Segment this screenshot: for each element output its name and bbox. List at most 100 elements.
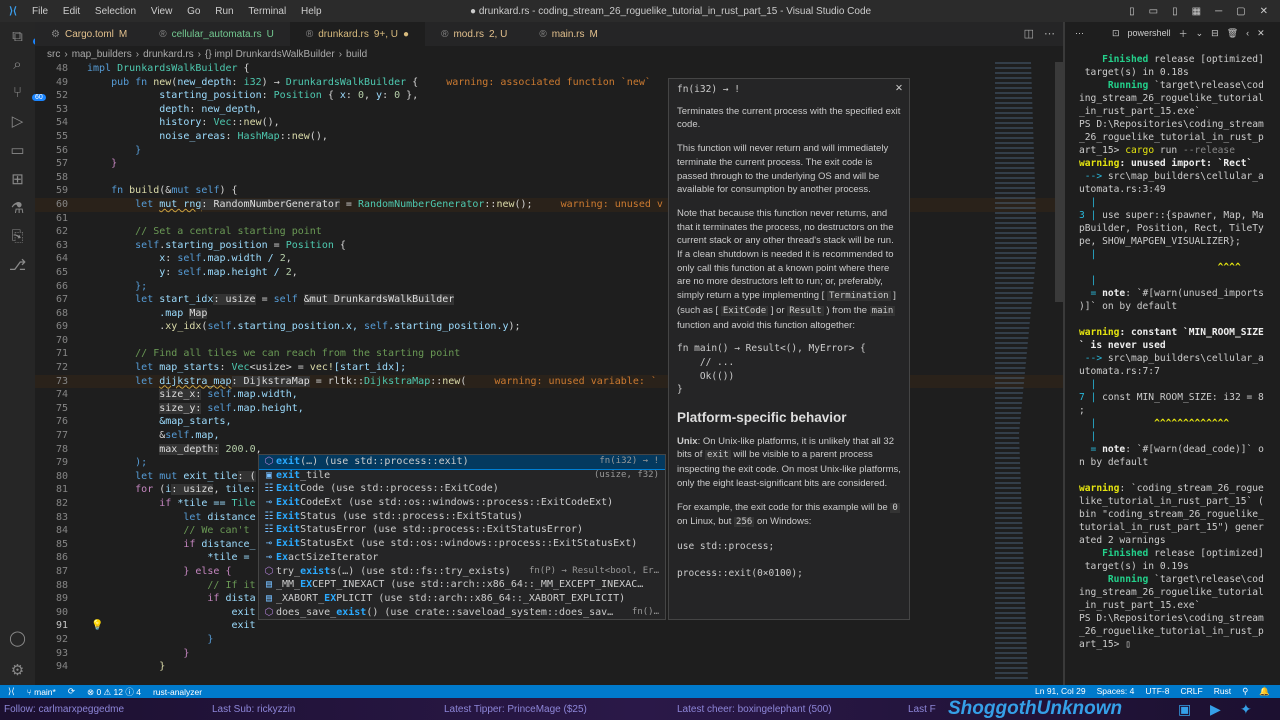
more-actions-icon[interactable]: ⋯ — [1044, 27, 1055, 40]
code-token: :: — [231, 117, 244, 129]
trash-icon[interactable]: 🗑 — [1227, 28, 1238, 39]
doc-link[interactable]: ExitCode — [720, 305, 769, 316]
toggle-panel-icon[interactable]: ▭ — [1149, 6, 1158, 17]
menu-selection[interactable]: Selection — [95, 6, 136, 17]
remote-icon[interactable]: ⟩⟨ — [8, 686, 15, 697]
search-icon[interactable]: ⌕ — [13, 56, 21, 73]
inline-warning[interactable]: warning: unused variable: ` — [494, 376, 657, 387]
language-mode[interactable]: Rust — [1214, 686, 1231, 697]
menu-edit[interactable]: Edit — [63, 6, 80, 17]
encoding[interactable]: UTF-8 — [1145, 686, 1169, 697]
hover-documentation: fn(i32) → ! ✕ Terminates the current pro… — [668, 78, 910, 620]
extensions-icon[interactable]: ⊞ — [11, 170, 24, 188]
testing-icon[interactable]: ⚗ — [11, 199, 24, 217]
menu-view[interactable]: View — [151, 6, 173, 17]
language-server-status[interactable]: rust-analyzer — [153, 687, 202, 697]
menu-terminal[interactable]: Terminal — [248, 6, 286, 17]
remote-explorer-icon[interactable]: ▭ — [10, 141, 24, 159]
method-icon: ⬡ — [264, 606, 274, 618]
suggestion-item[interactable]: ☷ Exit Code (use std::process::ExitCode) — [259, 482, 665, 496]
breadcrumb-item[interactable]: drunkard.rs — [143, 49, 194, 60]
split-terminal-icon[interactable]: ⊟ — [1211, 28, 1219, 39]
new-terminal-icon[interactable]: ＋ — [1179, 27, 1188, 40]
suggestion-item[interactable]: ▤ _MM_ EX CEPT_INEXACT (use std::arch::x86_… — [259, 578, 665, 592]
code-token: let — [87, 470, 160, 482]
chevron-down-icon[interactable]: ⌄ — [1196, 28, 1204, 39]
indentation[interactable]: Spaces: 4 — [1097, 686, 1135, 697]
account-icon[interactable]: ◯ — [9, 629, 26, 647]
breadcrumb-item[interactable]: src — [47, 49, 60, 60]
suggestion-item[interactable]: ⬡ exit (…) (use std::process::exit) fn(i32)… — [259, 455, 665, 470]
suggestion-item[interactable]: ⊸ Ex actSizeIterator — [259, 551, 665, 565]
git-graph-icon[interactable]: ⎇ — [9, 256, 26, 274]
doc-link[interactable]: Termination — [826, 291, 891, 302]
suggestion-item[interactable]: ☷ Exit StatusError (use std::process::Exit… — [259, 523, 665, 537]
breadcrumb-item[interactable]: {} impl DrunkardsWalkBuilder — [205, 49, 335, 60]
terminal-token: release [optimized] — [1148, 548, 1264, 559]
feedback-icon[interactable]: ⚲ — [1242, 686, 1248, 697]
menu-go[interactable]: Go — [187, 6, 200, 17]
terminal-name[interactable]: powershell — [1128, 28, 1171, 38]
menu-run[interactable]: Run — [215, 6, 233, 17]
code-text: } — [87, 633, 213, 647]
branch-indicator[interactable]: ⑂ main* — [27, 687, 56, 697]
minimize-button[interactable]: ─ — [1215, 6, 1222, 17]
overlay-last-sub: Last Sub: rickyzzin — [212, 703, 296, 715]
end-of-line[interactable]: CRLF — [1180, 686, 1202, 697]
editor-scrollbar[interactable] — [1055, 62, 1063, 302]
explorer-icon[interactable]: ⧉1 — [12, 28, 43, 45]
terminal-output[interactable]: Finished release [optimized] target(s) i… — [1079, 53, 1264, 651]
problems-indicator[interactable]: ⊗ 0 ⚠ 12 ⓘ 4 — [87, 686, 141, 698]
toggle-secondary-sidebar-icon[interactable]: ▯ — [1172, 6, 1178, 17]
inline-warning[interactable]: warning: associated function `new` — [446, 77, 651, 88]
run-debug-icon[interactable]: ▷ — [12, 112, 24, 130]
notifications-bell-icon[interactable]: 🔔 — [1259, 686, 1270, 697]
unsaved-dot-icon[interactable]: ● — [403, 29, 409, 40]
inline-warning[interactable]: warning: unused v — [561, 199, 663, 210]
suggestion-item[interactable]: ▤ _XABORT_ EX PLICIT (use std::arch::x86_64… — [259, 592, 665, 606]
terminal-line: | — [1079, 196, 1264, 209]
cursor-position[interactable]: Ln 91, Col 29 — [1035, 686, 1086, 697]
close-panel-icon[interactable]: ✕ — [1257, 28, 1265, 39]
close-window-button[interactable]: ✕ — [1260, 6, 1268, 17]
maximize-button[interactable]: ▢ — [1236, 6, 1245, 17]
source-control-icon[interactable]: ⑂ 60 — [13, 84, 46, 101]
tab-drunkard-rs[interactable]: ® drunkard.rs 9+, U ● — [289, 22, 426, 46]
suggestion-rest: CodeExt (use std::os::windows::process::… — [300, 497, 614, 509]
close-icon[interactable]: ✕ — [895, 82, 903, 96]
menu-file[interactable]: File — [32, 6, 48, 17]
breadcrumb-item[interactable]: build — [346, 49, 367, 60]
bookmarks-icon[interactable]: ⎘ — [11, 228, 23, 245]
suggestion-item[interactable]: ⊸ Exit CodeExt (use std::os::windows::proc… — [259, 496, 665, 510]
terminal-token: --release — [1183, 145, 1235, 156]
sync-icon[interactable]: ⟳ — [68, 686, 75, 697]
settings-gear-icon[interactable]: ⚙ — [11, 661, 24, 679]
suggestion-item[interactable]: ▣ exit _tile (usize, f32) — [259, 469, 665, 483]
code-token: : — [225, 130, 238, 142]
split-editor-icon[interactable]: ◫ — [1024, 27, 1034, 40]
terminal-more-icon[interactable]: ⋯ — [1075, 28, 1084, 39]
chevron-left-icon[interactable]: ‹ — [1246, 28, 1249, 38]
suggestion-rest: actSizeIterator — [288, 551, 379, 563]
window-title: ● drunkard.rs - coding_stream_26_rogueli… — [470, 5, 872, 17]
suggestion-item[interactable]: ⬡ does_save_ exist() (use crate::saveload_… — [259, 606, 665, 619]
line-number: 62 — [55, 226, 68, 238]
tab-mod-rs[interactable]: ® mod.rs 2, U — [425, 22, 523, 46]
menu-help[interactable]: Help — [301, 6, 322, 17]
terminal-token: `target\release\cod — [1148, 574, 1264, 585]
toggle-sidebar-icon[interactable]: ▯ — [1129, 6, 1135, 17]
code-token: &map_starts, — [87, 416, 232, 428]
breadcrumb-item[interactable]: map_builders — [72, 49, 132, 60]
terminal-line: warning: constant `MIN_ROOM_SIZE — [1079, 326, 1264, 339]
suggestion-item[interactable]: ☷ Exit Status (use std::process::ExitStatu… — [259, 510, 665, 524]
tab-cellular_automata-rs[interactable]: ® cellular_automata.rs U — [143, 22, 290, 46]
suggestion-item[interactable]: ⊸ Exit StatusExt (use std::os::windows::pr… — [259, 537, 665, 551]
tab-main-rs[interactable]: ® main.rs M — [523, 22, 614, 46]
suggestion-item[interactable]: ⬡ try_ exist s(…) (use std::fs::try_exists)… — [259, 565, 665, 579]
layout-icon[interactable]: ▦ — [1192, 6, 1201, 17]
code-token: (); — [514, 198, 533, 210]
tab-Cargo-toml[interactable]: ⚙ Cargo.toml M — [35, 22, 143, 46]
code-text: noise_areas: HashMap::new(), — [87, 130, 328, 144]
line-number: 61 — [55, 212, 68, 224]
